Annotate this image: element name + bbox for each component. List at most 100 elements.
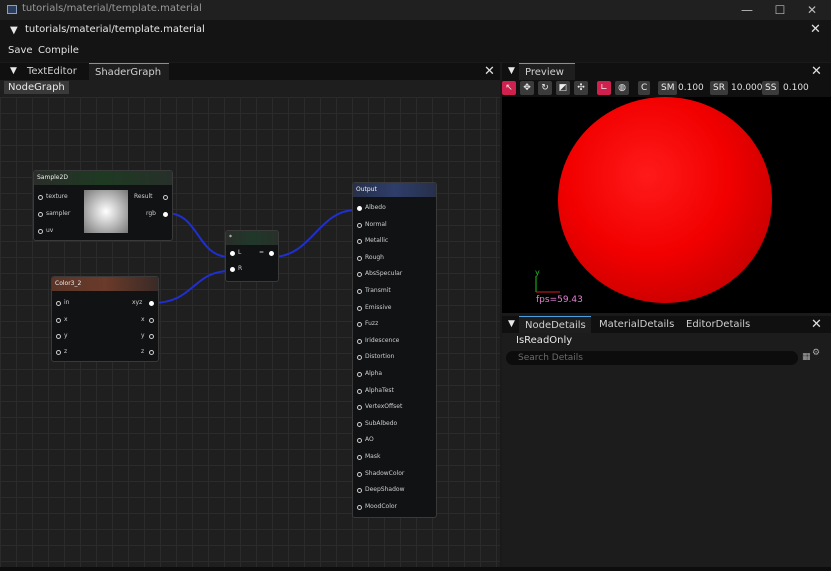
left-panel-menu-icon[interactable]: ▼ (10, 66, 17, 76)
window-titlebar: tutorials/material/template.material — ☐… (0, 0, 831, 20)
output-pin-label: Rough (365, 253, 384, 261)
output-pin-5[interactable] (357, 289, 362, 294)
ss-value[interactable]: 0.100 (783, 83, 809, 93)
menu-bar: Save Compile (0, 42, 831, 62)
pin-texture[interactable] (38, 195, 43, 200)
pin-label-rgb: rgb (146, 210, 156, 217)
output-pin-12[interactable] (357, 405, 362, 411)
node-graph-toolbar (0, 80, 500, 97)
sm-value[interactable]: 0.100 (678, 83, 704, 93)
preview-close-button[interactable]: ✕ (811, 65, 822, 79)
pin-uv[interactable] (38, 229, 43, 234)
pin-multiply-out[interactable] (269, 251, 274, 256)
pin-y-out[interactable] (149, 334, 154, 339)
pin-xyz[interactable] (149, 301, 154, 306)
output-pin-label: DeepShadow (365, 486, 405, 494)
node-multiply-title: * (226, 231, 278, 245)
select-tool-icon[interactable]: ↖ (502, 81, 516, 95)
preview-tabs: ▼ Preview ✕ (502, 63, 831, 80)
output-pin-10[interactable] (357, 372, 362, 377)
output-pin-2[interactable] (357, 239, 362, 245)
transform-tool-icon[interactable]: ✣ (574, 81, 588, 95)
output-pin-4[interactable] (357, 272, 362, 278)
pin-z-out[interactable] (149, 350, 154, 355)
output-pin-label: Albedo (365, 204, 386, 211)
output-pin-label: ShadowColor (365, 469, 405, 477)
output-pin-18[interactable] (357, 504, 362, 510)
pin-label-z-in: z (64, 348, 68, 355)
pin-label-r: R (238, 265, 243, 272)
output-pin-3[interactable] (357, 255, 362, 261)
window-close-button[interactable]: ✕ (801, 2, 823, 18)
output-pin-8[interactable] (357, 338, 362, 344)
tab-text-editor[interactable]: TextEditor (21, 63, 83, 80)
tab-shader-graph[interactable]: ShaderGraph (89, 63, 169, 80)
ss-label: SS (762, 81, 780, 95)
details-close-button[interactable]: ✕ (811, 318, 822, 332)
node-output-title: Output (353, 183, 436, 197)
output-pin-16[interactable] (357, 471, 362, 477)
output-pin-label: Transmit (365, 287, 391, 294)
search-details-input[interactable] (506, 351, 798, 365)
move-tool-icon[interactable]: ✥ (520, 81, 534, 95)
output-pin-label: SubAlbedo (365, 419, 398, 427)
output-pin-label: Fuzz (365, 320, 379, 328)
pin-in[interactable] (56, 301, 61, 306)
output-pin-6[interactable] (357, 305, 362, 311)
node-multiply[interactable]: * L R = (225, 230, 279, 282)
pin-sampler[interactable] (38, 212, 43, 217)
output-pin-label: Distortion (365, 353, 395, 361)
output-pin-11[interactable] (357, 388, 362, 394)
details-menu-icon[interactable]: ▼ (508, 319, 515, 329)
node-graph-canvas[interactable]: Sample2D texture sampler uv Result rgb C… (0, 97, 500, 567)
collapse-triangle-icon[interactable]: ▼ (10, 25, 18, 36)
sr-value[interactable]: 10.000 (731, 83, 763, 93)
grid-view-icon[interactable]: ▦ (802, 352, 811, 362)
minimize-button[interactable]: — (736, 2, 758, 18)
maximize-button[interactable]: ☐ (769, 2, 791, 18)
output-pin-14[interactable] (357, 438, 362, 444)
left-panel-close-button[interactable]: ✕ (484, 65, 495, 79)
connection-xyz-to-r (151, 270, 231, 304)
texture-preview-thumbnail (84, 190, 128, 233)
tab-preview[interactable]: Preview (519, 63, 575, 80)
menu-save[interactable]: Save (8, 45, 33, 56)
pin-y-in[interactable] (56, 334, 61, 339)
pin-x-out[interactable] (149, 318, 154, 323)
pin-l[interactable] (230, 251, 235, 256)
rotate-tool-icon[interactable]: ↻ (538, 81, 552, 95)
output-pin-17[interactable] (357, 488, 362, 494)
camera-mode-button[interactable]: C (638, 81, 651, 95)
output-pin-13[interactable] (357, 421, 362, 427)
tab-editor-details[interactable]: EditorDetails (680, 316, 756, 333)
output-pin-1[interactable] (357, 222, 362, 228)
document-close-button[interactable]: ✕ (810, 23, 821, 37)
axis-y-label: y (535, 268, 540, 277)
tab-node-details[interactable]: NodeDetails (519, 316, 591, 333)
pin-x-in[interactable] (56, 318, 61, 323)
preview-menu-icon[interactable]: ▼ (508, 66, 515, 76)
output-pin-9[interactable] (357, 355, 362, 361)
pin-label-xyz: xyz (132, 299, 143, 306)
output-pin-0[interactable] (357, 206, 362, 211)
node-sample2d[interactable]: Sample2D texture sampler uv Result rgb (33, 170, 173, 241)
pin-label-result: Result (134, 193, 153, 200)
axis-toggle-icon[interactable]: ∟ (597, 81, 611, 95)
tab-material-details[interactable]: MaterialDetails (593, 316, 680, 333)
output-pin-7[interactable] (357, 322, 362, 328)
scale-tool-icon[interactable]: ◩ (556, 81, 570, 95)
pin-label-y-out: y (141, 332, 145, 339)
output-pin-label: VertexOffset (365, 403, 403, 411)
node-color3[interactable]: Color3_2 in x y z xyz x y z (51, 276, 159, 362)
pin-z-in[interactable] (56, 350, 61, 355)
menu-compile[interactable]: Compile (38, 45, 79, 56)
output-pin-15[interactable] (357, 455, 362, 460)
output-pin-label: AbsSpecular (365, 270, 403, 278)
globe-icon[interactable]: ◍ (615, 81, 629, 95)
connection-rgb-to-l (165, 212, 231, 258)
pin-result[interactable] (163, 195, 168, 200)
settings-gear-icon[interactable]: ⚙ (812, 348, 820, 358)
node-output[interactable]: Output Albedo Normal Metallic Rough AbsSpecu… (352, 182, 437, 518)
pin-rgb[interactable] (163, 212, 168, 217)
pin-r[interactable] (230, 267, 235, 272)
